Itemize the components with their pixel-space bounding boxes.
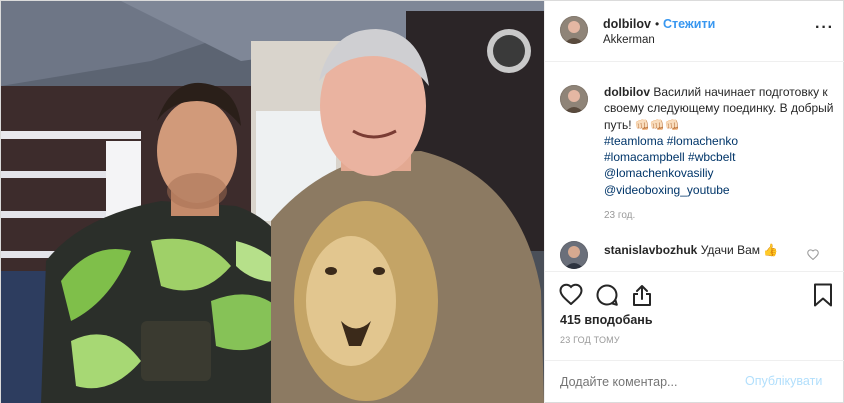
bookmark-icon[interactable] — [813, 283, 833, 310]
post-photo[interactable] — [1, 1, 544, 403]
comment-input[interactable] — [560, 375, 740, 389]
location-link[interactable]: Akkerman — [603, 34, 655, 46]
hashtag-link[interactable]: #lomacampbell #wbcbelt — [604, 149, 836, 165]
follow-button[interactable]: Стежити — [663, 17, 715, 31]
comment-item: stanislavbozhuk Удачи Вам 👍 — [604, 243, 778, 257]
comment-text: Удачи Вам 👍 — [700, 243, 779, 257]
likes-count[interactable]: 415 вподобань — [560, 313, 653, 327]
post-comment-button[interactable]: Опублікувати — [745, 374, 822, 388]
post-side-panel: dolbilov • Стежити Akkerman ··· dolbilov… — [544, 1, 844, 403]
more-options-icon[interactable]: ··· — [815, 20, 834, 36]
header-username-link[interactable]: dolbilov — [603, 17, 651, 31]
post-caption: dolbilov Василий начинает подготовку к с… — [604, 84, 836, 198]
add-comment-section: Опублікувати — [545, 360, 844, 403]
comment-icon[interactable] — [595, 283, 619, 310]
avatar[interactable] — [560, 16, 588, 44]
photo-illustration — [1, 1, 544, 403]
comment-like-icon[interactable] — [807, 249, 819, 263]
mention-link[interactable]: @lomachenkovasiliy — [604, 165, 836, 181]
caption-avatar[interactable] — [560, 85, 588, 113]
post-actions: 415 вподобань 23 ГОД ТОМУ — [545, 271, 844, 371]
commenter-avatar[interactable] — [560, 241, 588, 269]
post-header: dolbilov • Стежити Akkerman ··· — [545, 1, 844, 62]
mention-link[interactable]: @videoboxing_youtube — [604, 182, 836, 198]
comment-username-link[interactable]: stanislavbozhuk — [604, 243, 697, 257]
post-timestamp[interactable]: 23 ГОД ТОМУ — [560, 335, 620, 345]
caption-timestamp: 23 год. — [604, 210, 636, 221]
instagram-post: dolbilov • Стежити Akkerman ··· dolbilov… — [0, 0, 844, 403]
heart-icon[interactable] — [559, 283, 583, 308]
comments-list[interactable]: dolbilov Василий начинает подготовку к с… — [545, 63, 844, 271]
hashtag-link[interactable]: #teamloma #lomachenko — [604, 133, 836, 149]
separator-dot: • — [655, 17, 660, 31]
caption-username-link[interactable]: dolbilov — [604, 85, 650, 99]
share-icon[interactable] — [631, 283, 653, 310]
